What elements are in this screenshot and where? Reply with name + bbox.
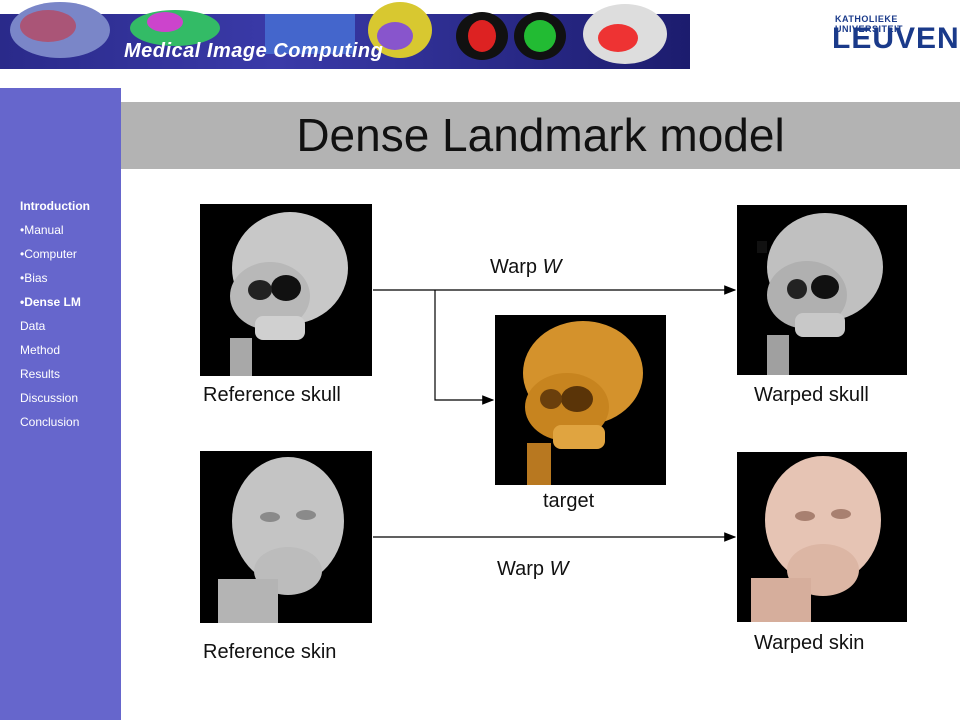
nav-item-manual[interactable]: •Manual xyxy=(20,222,90,246)
nav-item-method[interactable]: Method xyxy=(20,342,90,366)
header-banner: Medical Image Computing KATHOLIEKE UNIVE… xyxy=(0,0,960,88)
warped-skull-image xyxy=(737,205,907,375)
nav-item-results[interactable]: Results xyxy=(20,366,90,390)
warped-skull-label: Warped skull xyxy=(754,384,869,406)
warp-label-bottom: Warp W xyxy=(497,558,569,580)
warp-label-top: Warp W xyxy=(490,256,562,278)
outline-nav: Introduction •Manual •Computer •Bias •De… xyxy=(20,198,90,438)
nav-item-data[interactable]: Data xyxy=(20,318,90,342)
nav-item-conclusion[interactable]: Conclusion xyxy=(20,414,90,438)
reference-skin-image xyxy=(200,451,372,623)
nav-item-discussion[interactable]: Discussion xyxy=(20,390,90,414)
target-skull-image xyxy=(495,315,666,485)
warp-arrow-target xyxy=(434,290,495,405)
reference-skull-image xyxy=(200,204,372,376)
target-label: target xyxy=(543,490,595,512)
university-logo: LEUVEN xyxy=(832,22,960,55)
warped-skin-label: Warped skin xyxy=(754,632,865,654)
nav-item-introduction[interactable]: Introduction xyxy=(20,198,90,222)
reference-skull-label: Reference skull xyxy=(203,384,341,406)
banner-title: Medical Image Computing xyxy=(124,40,384,62)
nav-item-computer[interactable]: •Computer xyxy=(20,246,90,270)
reference-skin-label: Reference skin xyxy=(203,641,337,663)
nav-item-dense-lm[interactable]: •Dense LM xyxy=(20,294,90,318)
slide-title: Dense Landmark model xyxy=(296,109,785,161)
warped-skin-image xyxy=(737,452,907,622)
nav-item-bias[interactable]: •Bias xyxy=(20,270,90,294)
